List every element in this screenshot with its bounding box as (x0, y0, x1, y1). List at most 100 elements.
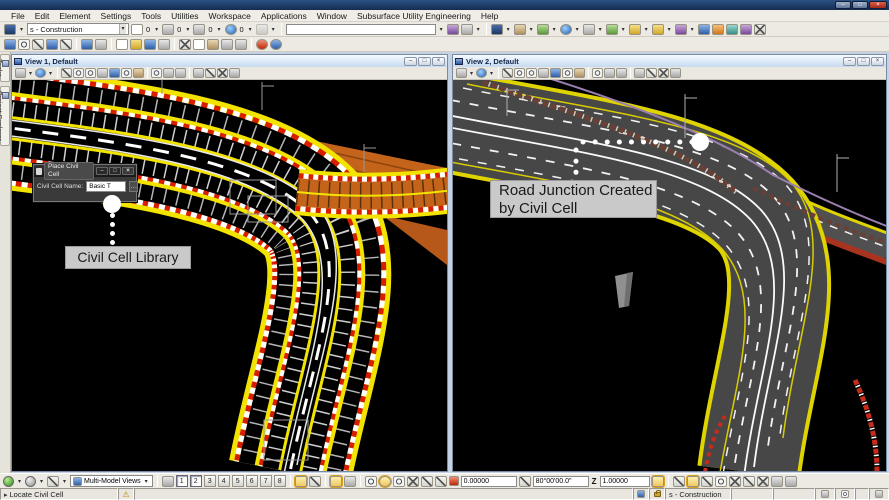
chevron-down-icon[interactable] (574, 26, 581, 33)
angle-input[interactable] (532, 475, 589, 487)
view2-titlebar[interactable]: View 2, Default (453, 55, 886, 67)
app-close-button[interactable] (869, 1, 887, 9)
open-file-icon[interactable] (130, 38, 142, 50)
status-snap-cell[interactable] (835, 488, 855, 500)
view-toggle-4[interactable]: 4 (217, 475, 230, 487)
view1-minimize-button[interactable] (404, 56, 417, 66)
chevron-down-icon[interactable] (27, 70, 34, 77)
tasks-tab[interactable]: Tasks (0, 54, 10, 82)
status-dgn-cell[interactable] (869, 488, 889, 500)
chevron-down-icon[interactable] (184, 26, 191, 33)
view1-maximize-button[interactable] (418, 56, 431, 66)
civil-star-icon[interactable] (728, 475, 741, 487)
raster-manager-icon[interactable] (536, 23, 549, 35)
snap-mode-icon[interactable] (18, 38, 30, 50)
level-display-icon[interactable] (651, 23, 664, 35)
chevron-down-icon[interactable] (61, 478, 68, 485)
view-group-manager-icon[interactable] (161, 475, 174, 487)
redo-icon[interactable] (235, 38, 247, 50)
chevron-down-icon[interactable] (38, 478, 45, 485)
status-selection-cell[interactable] (633, 488, 649, 500)
coord-lock-icon[interactable] (448, 476, 459, 486)
chevron-down-icon[interactable] (475, 26, 482, 33)
pen-check-icon[interactable] (308, 475, 321, 487)
project-explorer-tab[interactable]: Project Explorer (0, 85, 10, 146)
copy-view-icon[interactable] (193, 68, 204, 78)
view-toggle-5[interactable]: 5 (231, 475, 244, 487)
walk-icon[interactable] (151, 68, 162, 78)
app-minimize-button[interactable] (835, 1, 851, 9)
active-color-swatch[interactable] (131, 23, 143, 35)
terrain-snap-icon[interactable] (329, 475, 342, 487)
copy-view-icon[interactable] (634, 68, 645, 78)
new-file-icon[interactable] (116, 38, 128, 50)
chevron-down-icon[interactable] (247, 26, 254, 33)
fit-view-icon[interactable] (109, 68, 120, 78)
popset-icon[interactable] (256, 38, 268, 50)
saved-views-icon[interactable] (582, 23, 595, 35)
grid-toggle-icon[interactable] (95, 38, 107, 50)
clip-volume-icon[interactable] (646, 68, 657, 78)
view2-canvas[interactable]: Road Junction Created by Civil Cell (453, 80, 886, 471)
project-explorer-icon[interactable] (739, 23, 752, 35)
details-search-icon[interactable] (711, 23, 724, 35)
view-toggle-8[interactable]: 8 (273, 475, 286, 487)
view-toggle-3[interactable]: 3 (203, 475, 216, 487)
civil-slope-icon[interactable] (686, 475, 699, 487)
chevron-down-icon[interactable] (689, 26, 696, 33)
delete-element-icon[interactable] (753, 23, 766, 35)
accusnap-sphere-icon[interactable] (3, 475, 14, 487)
civil-curve-icon[interactable] (742, 475, 755, 487)
chevron-down-icon[interactable] (620, 26, 627, 33)
element-selection-icon[interactable] (460, 23, 473, 35)
menu-element[interactable]: Element (54, 11, 95, 21)
view2-maximize-button[interactable] (857, 56, 870, 66)
save-icon[interactable] (144, 38, 156, 50)
view1-close-button[interactable] (432, 56, 445, 66)
line-style-icon[interactable] (162, 23, 175, 35)
zoom-out-icon[interactable] (526, 68, 537, 78)
active-rotation-icon[interactable] (378, 475, 391, 487)
cells-icon[interactable] (605, 23, 618, 35)
pointer-icon[interactable] (60, 38, 72, 50)
fly-icon[interactable] (163, 68, 174, 78)
help-icon[interactable] (270, 38, 282, 50)
pen-tool-icon[interactable] (434, 475, 447, 487)
chevron-down-icon[interactable] (438, 26, 445, 33)
status-level-cell[interactable]: s - Construction (665, 488, 731, 500)
chevron-down-icon[interactable] (666, 26, 673, 33)
print-icon[interactable] (158, 38, 170, 50)
view1-titlebar[interactable]: View 1, Default (12, 55, 447, 67)
zoom-out-icon[interactable] (85, 68, 96, 78)
view-toggle-7[interactable]: 7 (259, 475, 272, 487)
view-group-combo[interactable]: Multi-Model Views (70, 475, 153, 487)
menu-tools[interactable]: Tools (136, 11, 166, 21)
adjust-view-brightness-icon[interactable] (35, 68, 46, 78)
transparency-icon[interactable] (224, 23, 237, 35)
fence-tool-icon[interactable] (446, 23, 459, 35)
line-weight-icon[interactable] (193, 23, 206, 35)
plus-axes-icon[interactable] (406, 475, 419, 487)
rotate-view-icon[interactable] (121, 68, 132, 78)
level-manager-icon[interactable] (628, 23, 641, 35)
place-civil-cell-dialog-titlebar[interactable]: Place Civil Cell (34, 162, 136, 180)
menu-edit[interactable]: Edit (30, 11, 55, 21)
fit-view-icon[interactable] (550, 68, 561, 78)
zoom-in-icon[interactable] (514, 68, 525, 78)
arrow-tool-icon[interactable] (420, 475, 433, 487)
view-toggle-6[interactable]: 6 (245, 475, 258, 487)
cut-icon[interactable] (179, 38, 191, 50)
walk-icon[interactable] (592, 68, 603, 78)
display-style-icon[interactable] (15, 68, 26, 78)
accusnap-icon[interactable] (4, 38, 16, 50)
lock-icon[interactable] (255, 23, 268, 35)
dialog-pin-button[interactable] (109, 167, 121, 175)
chevron-down-icon[interactable] (488, 70, 495, 77)
undo-icon[interactable] (221, 38, 233, 50)
menu-window[interactable]: Window (312, 11, 352, 21)
menu-applications[interactable]: Applications (256, 11, 312, 21)
display-style-icon[interactable] (456, 68, 467, 78)
view-attributes-icon[interactable] (61, 68, 72, 78)
view2-close-button[interactable] (871, 56, 884, 66)
view-previous-icon[interactable] (175, 68, 186, 78)
